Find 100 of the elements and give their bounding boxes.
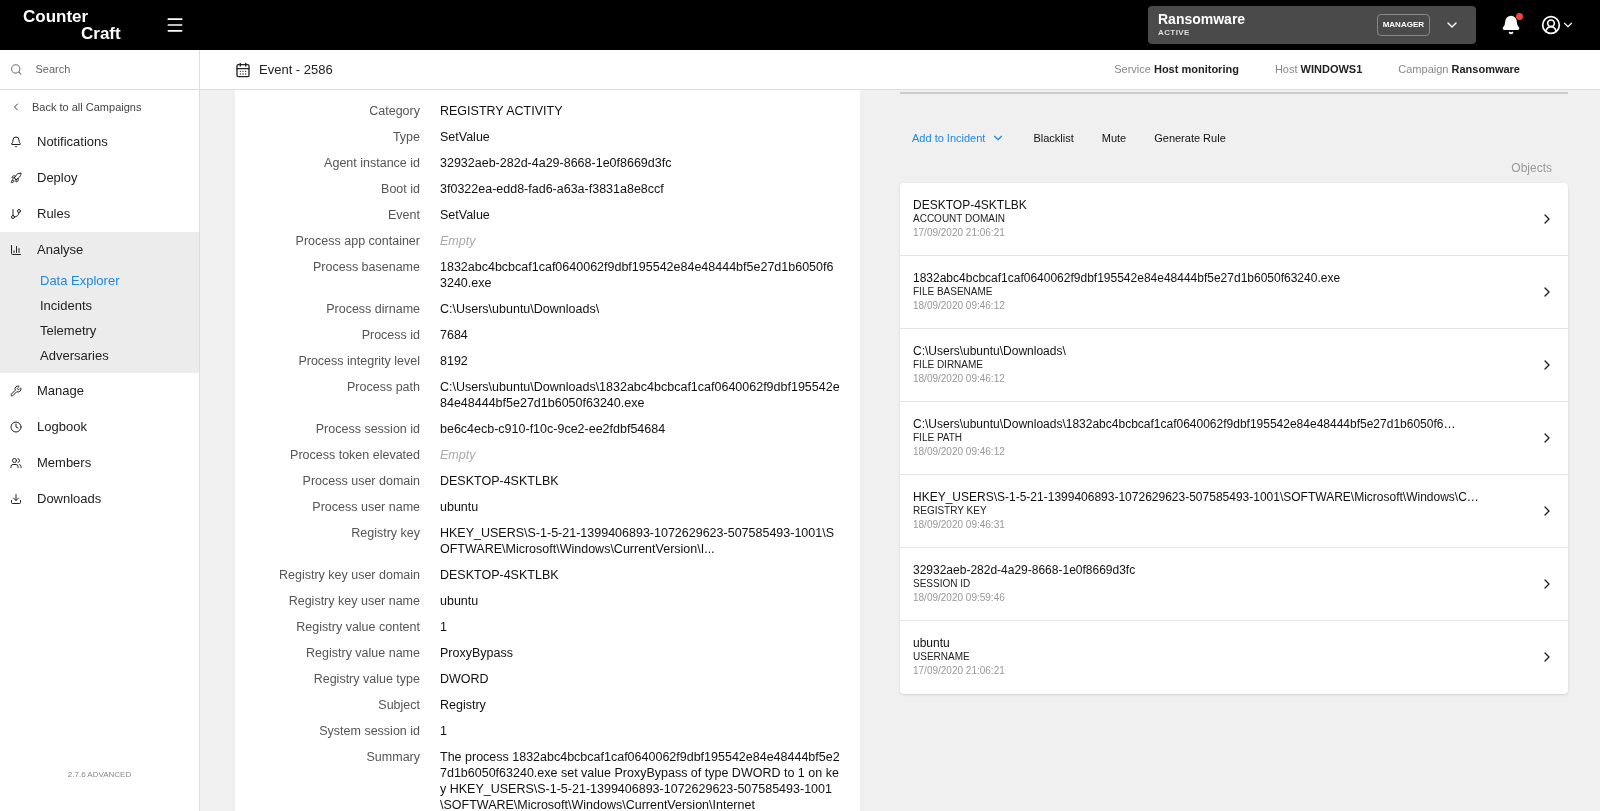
- campaign-name: Ransomware: [1158, 11, 1247, 27]
- field-value: SetValue: [440, 207, 491, 223]
- people-icon: [10, 457, 22, 469]
- field-label: Summary: [365, 749, 420, 766]
- campaign-selector[interactable]: Ransomware ACTIVE MANAGER: [1148, 6, 1476, 44]
- object-value: HKEY_USERS\S-1-5-21-1399406893-1072629623-507585493-1001\SOFTWARE\Microsoft\Windows\C…: [913, 489, 1480, 504]
- field-value: 32932aeb-282d-4a29-8668-1e0f8669d3fc: [440, 155, 673, 171]
- field-value: 1832abc4bcbcaf1caf0640062f9dbf195542e84e48444bf5e27d1b6050f63240.exe: [440, 259, 835, 291]
- nav-item[interactable]: Downloads: [0, 481, 199, 517]
- object-type: FILE BASENAME: [913, 284, 994, 299]
- field-label: Event: [387, 207, 420, 223]
- field-value: Empty: [440, 233, 477, 249]
- logo[interactable]: Counter Craft: [23, 8, 133, 42]
- field-label: Registry value name: [305, 645, 420, 661]
- object-date: 17/09/2020 21:06:21: [913, 225, 1006, 240]
- action-button[interactable]: Mute: [1101, 130, 1127, 147]
- field-label: Process dirname: [325, 301, 420, 317]
- object-type: USERNAME: [913, 650, 971, 664]
- context-label: Campaign Ransomware: [1398, 62, 1520, 78]
- field-value: DESKTOP-4SKTLBK: [440, 473, 560, 489]
- nav-item[interactable]: Notifications: [0, 124, 199, 160]
- field-label: Process path: [346, 379, 420, 396]
- object-row[interactable]: C:\Users\ubuntu\Downloads\ FILE DIRNAME 18/09/2020 09:46:12: [900, 328, 1568, 402]
- field-label: Boot id: [380, 181, 420, 197]
- field-label: System session id: [318, 723, 420, 739]
- field-label: Process app container: [294, 233, 420, 249]
- rocket-icon: [10, 172, 22, 184]
- object-value: 1832abc4bcbcaf1caf0640062f9dbf195542e84e48444bf5e27d1b6050f63240.exe: [913, 270, 1342, 285]
- bell-icon: [10, 136, 22, 148]
- field-value: 1: [440, 619, 448, 635]
- object-row[interactable]: 1832abc4bcbcaf1caf0640062f9dbf195542e84e48444bf5e27d1b6050f63240.exe FILE BASENAME 18/09/2020 09:46:12: [900, 255, 1568, 329]
- notifications-button[interactable]: [1501, 15, 1521, 35]
- field-label: Process token elevated: [289, 447, 420, 463]
- menu-icon[interactable]: [165, 15, 185, 35]
- object-value: DESKTOP-4SKTLBK: [913, 197, 1028, 212]
- nav-item[interactable]: Logbook: [0, 409, 199, 445]
- field-value: SetValue: [440, 129, 491, 145]
- field-value: HKEY_USERS\S-1-5-21-1399406893-1072629623-507585493-1001\SOFTWARE\Microsoft\Windows\CurrentVersion\I...: [440, 525, 836, 557]
- page-title: Event - 2586: [259, 60, 333, 79]
- campaign-status: ACTIVE: [1158, 27, 1191, 39]
- nav-subitem[interactable]: Telemetry: [0, 318, 199, 343]
- search-icon: [10, 63, 23, 76]
- object-date: 18/09/2020 09:46:12: [913, 444, 1006, 459]
- nav-item[interactable]: Deploy: [0, 160, 199, 196]
- object-row[interactable]: DESKTOP-4SKTLBK ACCOUNT DOMAIN 17/09/2020 21:06:21: [900, 182, 1568, 256]
- nav-item[interactable]: Analyse: [0, 232, 199, 268]
- field-label: Registry key user domain: [277, 567, 420, 583]
- field-value: 8192: [440, 353, 469, 369]
- action-button[interactable]: Generate Rule: [1154, 130, 1226, 147]
- nav-item[interactable]: Rules: [0, 196, 199, 232]
- nav-item[interactable]: Members: [0, 445, 199, 481]
- object-type: ACCOUNT DOMAIN: [913, 211, 1007, 226]
- field-value: 1: [440, 723, 448, 739]
- clock-icon: [10, 421, 22, 433]
- field-value: DWORD: [440, 671, 490, 687]
- object-type: SESSION ID: [913, 576, 972, 591]
- field-label: Process integrity level: [297, 353, 420, 369]
- action-button[interactable]: Blacklist: [1033, 130, 1074, 147]
- object-value: C:\Users\ubuntu\Downloads\1832abc4bcbcaf1caf0640062f9dbf195542e84e48444bf5e27d1b6050f6…: [913, 416, 1457, 431]
- field-label: Process basename: [312, 259, 420, 276]
- object-value: ubuntu: [913, 636, 951, 650]
- calendar-icon: [235, 61, 251, 78]
- version-label: 2.7.6 ADVANCED: [66, 769, 133, 781]
- object-date: 18/09/2020 09:46:12: [913, 371, 1006, 386]
- nav-subitem[interactable]: Incidents: [0, 293, 199, 318]
- field-value: 7684: [440, 327, 469, 343]
- back-link[interactable]: Back to all Campaigns: [0, 90, 199, 124]
- field-value: 3f0322ea-edd8-fad6-a63a-f3831a8e8ccf: [440, 181, 665, 197]
- wrench-icon: [10, 385, 22, 397]
- field-label: Process id: [360, 327, 420, 343]
- search-field[interactable]: Search: [35, 61, 189, 78]
- field-label: Agent instance id: [323, 155, 420, 171]
- field-value: REGISTRY ACTIVITY: [440, 103, 564, 119]
- object-row[interactable]: C:\Users\ubuntu\Downloads\1832abc4bcbcaf1caf0640062f9dbf195542e84e48444bf5e27d1b6050f6… FILE PATH 18/09/2020 09:46:12: [900, 401, 1568, 475]
- objects-heading: Objects: [1511, 159, 1552, 177]
- field-value: be6c4ecb-c910-f10c-9ce2-ee2fdbf54684: [440, 421, 667, 437]
- nav-subitem[interactable]: Adversaries: [0, 343, 199, 368]
- role-badge: MANAGER: [1376, 14, 1430, 36]
- bell-icon: [1501, 15, 1521, 35]
- download-icon: [10, 493, 22, 505]
- object-value: 32932aeb-282d-4a29-8668-1e0f8669d3fc: [913, 562, 1137, 577]
- field-label: Registry value content: [295, 619, 420, 635]
- object-row[interactable]: HKEY_USERS\S-1-5-21-1399406893-1072629623-507585493-1001\SOFTWARE\Microsoft\Windows\C… REGISTRY KEY 18/09/2020 09:46:31: [900, 474, 1568, 548]
- field-label: Subject: [377, 697, 420, 713]
- account-button[interactable]: [1541, 15, 1575, 35]
- branch-icon: [10, 208, 22, 220]
- object-row[interactable]: ubuntu USERNAME 17/09/2020 21:06:21: [900, 620, 1568, 694]
- object-row[interactable]: 32932aeb-282d-4a29-8668-1e0f8669d3fc SESSION ID 18/09/2020 09:59:46: [900, 547, 1568, 621]
- field-label: Process session id: [314, 421, 420, 437]
- field-label: Type: [391, 129, 420, 145]
- object-date: 17/09/2020 21:06:21: [913, 664, 1006, 678]
- object-value: C:\Users\ubuntu\Downloads\: [913, 343, 1067, 358]
- nav-item[interactable]: Manage: [0, 373, 199, 409]
- object-date: 18/09/2020 09:59:46: [913, 590, 1006, 605]
- object-date: 18/09/2020 09:46:12: [913, 298, 1006, 313]
- user-icon: [1541, 15, 1561, 35]
- object-type: FILE PATH: [913, 430, 964, 445]
- object-type: REGISTRY KEY: [913, 504, 988, 518]
- field-label: Registry value type: [312, 671, 420, 687]
- field-value: ubuntu: [440, 499, 480, 515]
